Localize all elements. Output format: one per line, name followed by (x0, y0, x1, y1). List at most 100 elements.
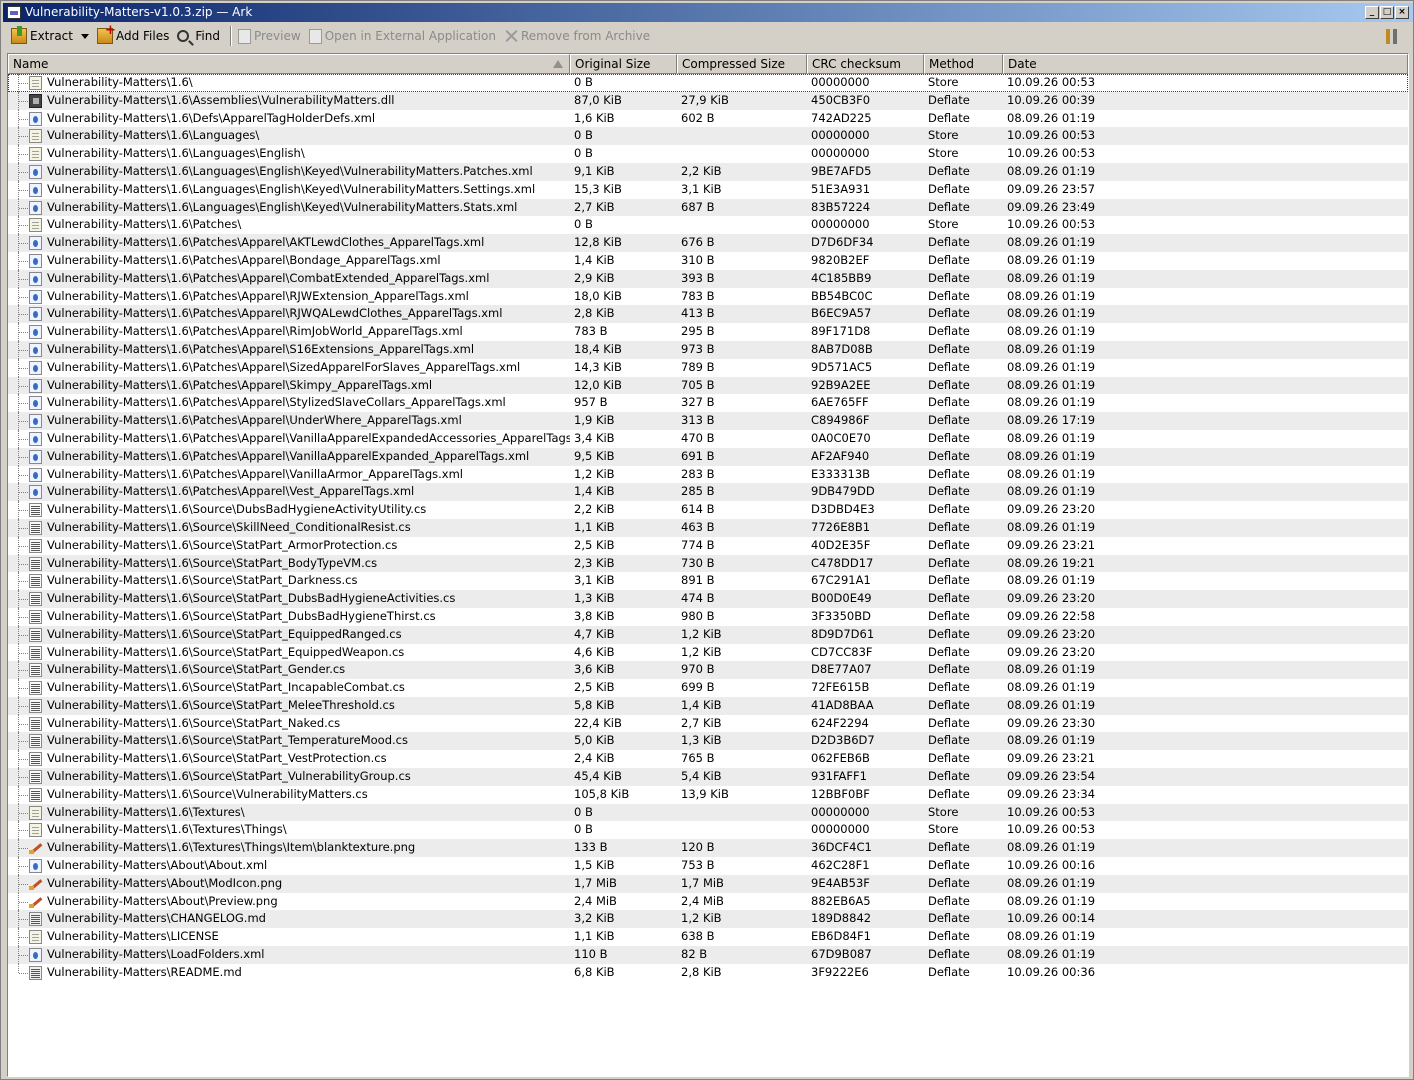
add-files-button[interactable]: Add Files (95, 23, 175, 47)
table-row[interactable]: Vulnerability-Matters\1.6\ 0 B 00000000 Sto… (8, 74, 1408, 92)
minimize-button[interactable]: _ (1365, 6, 1379, 19)
xml-file-icon (29, 485, 42, 500)
table-row[interactable]: Vulnerability-Matters\1.6\Source\StatPar… (8, 554, 1408, 573)
tree-branch (19, 492, 28, 494)
date-cell: 09.09.26 23:54 (1007, 769, 1096, 784)
table-row[interactable]: Vulnerability-Matters\1.6\Source\StatPar… (8, 625, 1408, 644)
xml-file-icon (29, 236, 42, 251)
table-row[interactable]: Vulnerability-Matters\1.6\Languages\Engl… (8, 162, 1408, 181)
file-name-cell: Vulnerability-Matters\1.6\Source\StatPar… (8, 536, 570, 555)
compressed-size-cell (677, 127, 807, 145)
table-row[interactable]: Vulnerability-Matters\1.6\Patches\Appare… (8, 323, 1408, 341)
table-row[interactable]: Vulnerability-Matters\1.6\Source\Vulnera… (8, 785, 1408, 804)
table-row[interactable]: Vulnerability-Matters\1.6\Patches\ 0 B 000… (8, 216, 1408, 235)
table-row[interactable]: Vulnerability-Matters\1.6\Patches\Appare… (8, 269, 1408, 288)
table-row[interactable]: Vulnerability-Matters\1.6\Patches\Appare… (8, 447, 1408, 466)
find-button[interactable]: Find (175, 25, 226, 47)
file-name-cell: Vulnerability-Matters\1.6\Source\StatPar… (8, 607, 570, 626)
cs-file-icon (29, 538, 42, 553)
table-row[interactable]: Vulnerability-Matters\1.6\Languages\Engl… (8, 180, 1408, 199)
original-size-cell: 2,5 KiB (574, 680, 615, 695)
table-row[interactable]: Vulnerability-Matters\1.6\Source\StatPar… (8, 732, 1408, 751)
table-row[interactable]: Vulnerability-Matters\About\Preview.png 2… (8, 892, 1408, 911)
table-row[interactable]: Vulnerability-Matters\LICENSE 1,1 KiB 638 … (8, 928, 1408, 947)
table-row[interactable]: Vulnerability-Matters\1.6\Patches\Appare… (8, 251, 1408, 270)
table-row[interactable]: Vulnerability-Matters\1.6\Source\SkillNe… (8, 518, 1408, 537)
table-row[interactable]: Vulnerability-Matters\1.6\Patches\Appare… (8, 358, 1408, 377)
table-row[interactable]: Vulnerability-Matters\1.6\Languages\Engl… (8, 145, 1408, 163)
table-row[interactable]: Vulnerability-Matters\1.6\Source\StatPar… (8, 572, 1408, 591)
original-size-cell: 2,3 KiB (574, 555, 615, 570)
remove-from-archive-button[interactable]: Remove from Archive (502, 25, 656, 47)
archive-file-list[interactable]: Name Original Size Compressed Size CRC c… (7, 53, 1409, 1077)
table-row[interactable]: Vulnerability-Matters\1.6\Source\StatPar… (8, 536, 1408, 555)
title-bar[interactable]: Vulnerability-Matters-v1.0.3.zip — Ark _… (3, 3, 1413, 22)
close-button[interactable]: × (1395, 6, 1409, 19)
table-row[interactable]: Vulnerability-Matters\1.6\Patches\Appare… (8, 465, 1408, 484)
app-icon[interactable] (7, 6, 21, 19)
table-row[interactable]: Vulnerability-Matters\1.6\Patches\Appare… (8, 234, 1408, 252)
file-name-cell: Vulnerability-Matters\1.6\Textures\Thing… (8, 821, 570, 840)
extract-button[interactable]: Extract (9, 25, 79, 47)
table-row[interactable]: Vulnerability-Matters\1.6\Textures\Thing… (8, 839, 1408, 858)
file-name-cell: Vulnerability-Matters\1.6\ (8, 74, 570, 92)
table-row[interactable]: Vulnerability-Matters\CHANGELOG.md 3,2 Ki… (8, 910, 1408, 929)
table-row[interactable]: Vulnerability-Matters\1.6\Patches\Appare… (8, 412, 1408, 430)
table-row[interactable]: Vulnerability-Matters\1.6\Source\StatPar… (8, 750, 1408, 769)
date-cell: 08.09.26 01:19 (1007, 430, 1096, 445)
date-cell: 09.09.26 23:57 (1007, 181, 1096, 196)
file-name-cell: Vulnerability-Matters\1.6\Source\StatPar… (8, 590, 570, 608)
table-row[interactable]: Vulnerability-Matters\1.6\Languages\Engl… (8, 198, 1408, 217)
table-row[interactable]: Vulnerability-Matters\1.6\Patches\Appare… (8, 287, 1408, 306)
table-row[interactable]: Vulnerability-Matters\1.6\Languages\ 0 B 0… (8, 127, 1408, 146)
table-row[interactable]: Vulnerability-Matters\1.6\Patches\Appare… (8, 340, 1408, 359)
table-row[interactable]: Vulnerability-Matters\1.6\Assemblies\Vul… (8, 91, 1408, 110)
crc-cell: 00000000 (811, 822, 870, 837)
table-row[interactable]: Vulnerability-Matters\1.6\Source\StatPar… (8, 661, 1408, 680)
column-header-date[interactable]: Date (1003, 54, 1408, 74)
table-row[interactable]: Vulnerability-Matters\1.6\Source\StatPar… (8, 696, 1408, 715)
table-row[interactable]: Vulnerability-Matters\1.6\Source\StatPar… (8, 643, 1408, 662)
preview-button[interactable]: Preview (236, 25, 307, 47)
crc-cell: 7726E8B1 (811, 519, 871, 534)
table-row[interactable]: Vulnerability-Matters\1.6\Source\StatPar… (8, 714, 1408, 733)
maximize-button[interactable]: □ (1380, 6, 1394, 19)
table-row[interactable]: Vulnerability-Matters\1.6\Source\StatPar… (8, 607, 1408, 626)
settings-tools-icon[interactable] (1383, 26, 1401, 46)
table-row[interactable]: Vulnerability-Matters\LoadFolders.xml 110… (8, 946, 1408, 964)
method-cell: Deflate (928, 911, 970, 926)
table-row[interactable]: Vulnerability-Matters\1.6\Textures\Thing… (8, 821, 1408, 840)
compressed-size-cell: 13,9 KiB (681, 786, 729, 801)
xml-file-icon (29, 271, 42, 286)
table-row[interactable]: Vulnerability-Matters\1.6\Source\DubsBad… (8, 501, 1408, 519)
compressed-size-cell: 687 B (681, 199, 715, 214)
table-row[interactable]: Vulnerability-Matters\About\About.xml 1,5… (8, 857, 1408, 875)
table-row[interactable]: Vulnerability-Matters\1.6\Source\StatPar… (8, 590, 1408, 608)
column-header-original-size[interactable]: Original Size (570, 54, 677, 74)
tree-branch (19, 581, 28, 583)
compressed-size-cell: 1,2 KiB (681, 626, 722, 641)
column-header-compressed-size[interactable]: Compressed Size (677, 54, 807, 74)
extract-dropdown-arrow-icon[interactable] (80, 33, 89, 39)
table-row[interactable]: Vulnerability-Matters\1.6\Source\StatPar… (8, 768, 1408, 786)
table-row[interactable]: Vulnerability-Matters\1.6\Textures\ 0 B 00… (8, 803, 1408, 822)
column-header-method[interactable]: Method (924, 54, 1003, 74)
crc-cell: 9BE7AFD5 (811, 163, 872, 178)
column-header-name[interactable]: Name (8, 54, 570, 74)
column-header-crc[interactable]: CRC checksum (807, 54, 924, 74)
tree-branch (19, 314, 28, 316)
date-cell: 08.09.26 01:19 (1007, 875, 1096, 890)
crc-cell: 67D9B087 (811, 947, 872, 962)
table-row[interactable]: Vulnerability-Matters\1.6\Patches\Appare… (8, 483, 1408, 502)
table-row[interactable]: Vulnerability-Matters\About\ModIcon.png 1… (8, 874, 1408, 893)
table-row[interactable]: Vulnerability-Matters\1.6\Patches\Appare… (8, 429, 1408, 448)
xml-file-icon (29, 200, 42, 215)
table-row[interactable]: Vulnerability-Matters\1.6\Source\StatPar… (8, 679, 1408, 697)
file-rows: Vulnerability-Matters\1.6\ 0 B 00000000 Sto… (8, 74, 1408, 982)
table-row[interactable]: Vulnerability-Matters\1.6\Patches\Appare… (8, 305, 1408, 324)
table-row[interactable]: Vulnerability-Matters\1.6\Defs\ApparelTa… (8, 109, 1408, 128)
table-row[interactable]: Vulnerability-Matters\1.6\Patches\Appare… (8, 394, 1408, 413)
table-row[interactable]: Vulnerability-Matters\1.6\Patches\Appare… (8, 376, 1408, 395)
open-external-button[interactable]: Open in External Application (307, 25, 502, 47)
table-row[interactable]: Vulnerability-Matters\README.md 6,8 KiB 2,… (8, 963, 1408, 982)
